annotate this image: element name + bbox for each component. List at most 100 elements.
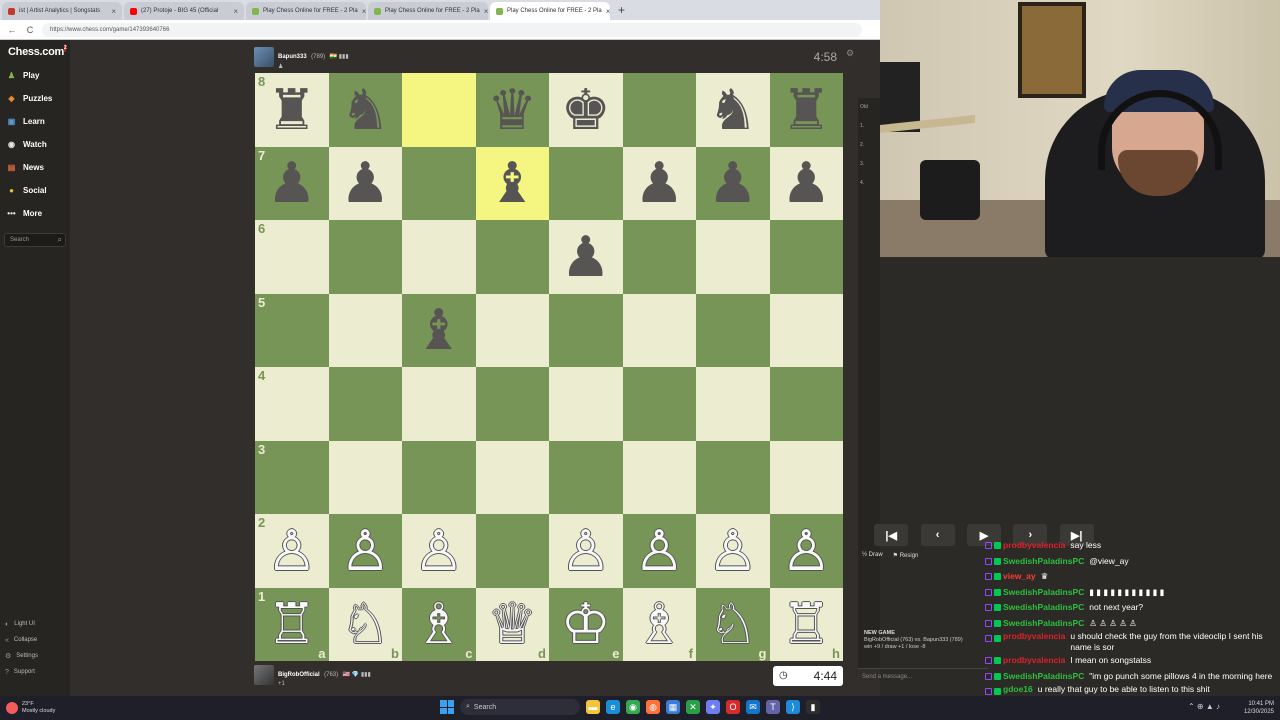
square-b1[interactable]: b ♘ <box>328 587 402 661</box>
square-f6[interactable] <box>622 220 696 294</box>
white-piece[interactable]: ♕ <box>487 596 537 652</box>
white-piece[interactable]: ♙ <box>708 522 758 579</box>
black-piece[interactable]: ♟ <box>561 228 611 285</box>
square-c3[interactable] <box>402 440 476 514</box>
square-d7[interactable]: ♝ <box>475 146 549 220</box>
white-piece[interactable]: ♙ <box>414 522 464 579</box>
square-a3[interactable]: 3 <box>255 440 329 514</box>
browser-tab-songstats[interactable]: ist | Artist Analytics | Songstats × <box>2 2 122 20</box>
square-d1[interactable]: d ♕ <box>475 587 549 661</box>
previous-move-button[interactable]: ‹ <box>920 524 955 546</box>
square-c5[interactable]: ♝ <box>402 293 476 367</box>
first-move-button[interactable]: |◀ <box>874 524 909 546</box>
square-a8[interactable]: 8 ♜ <box>255 73 329 147</box>
start-button[interactable] <box>440 700 454 714</box>
square-b8[interactable]: ♞ <box>328 73 402 147</box>
white-piece[interactable]: ♘ <box>340 596 390 652</box>
tab-close-icon[interactable]: × <box>484 7 488 16</box>
send-message-input[interactable]: Send a message... <box>858 668 988 684</box>
square-e3[interactable] <box>549 440 623 514</box>
tab-close-icon[interactable]: × <box>111 7 116 16</box>
square-d5[interactable] <box>475 293 549 367</box>
square-g8[interactable]: ♞ <box>696 73 770 147</box>
copilot-icon[interactable]: ✦ <box>706 700 720 714</box>
square-h5[interactable] <box>769 293 843 367</box>
chat-username[interactable]: SwedishPaladinsPC <box>1003 616 1084 632</box>
sidebar-item-social[interactable]: ● Social <box>0 179 70 202</box>
square-g7[interactable]: ♟ <box>696 146 770 220</box>
square-f2[interactable]: ♙ <box>622 514 696 588</box>
square-c8[interactable] <box>402 73 476 147</box>
square-g1[interactable]: g ♘ <box>696 587 770 661</box>
square-c1[interactable]: c ♗ <box>402 587 476 661</box>
square-g6[interactable] <box>696 220 770 294</box>
sidebar-item-learn[interactable]: ▣ Learn <box>0 110 70 133</box>
square-h3[interactable] <box>769 440 843 514</box>
square-e1[interactable]: e ♔ <box>549 587 623 661</box>
square-a1[interactable]: 1 a ♖ <box>255 587 329 661</box>
square-b6[interactable] <box>328 220 402 294</box>
sidebar-light-ui[interactable]: ◐ Light UI <box>0 616 70 632</box>
tab-close-icon[interactable]: × <box>233 7 238 16</box>
search-input[interactable]: Search ⌕ <box>4 233 66 247</box>
weather-widget[interactable]: 23°F Mostly cloudy <box>0 701 55 715</box>
firefox-icon[interactable]: ◍ <box>646 700 660 714</box>
white-piece[interactable]: ♗ <box>634 596 684 652</box>
white-piece[interactable]: ♖ <box>267 596 317 652</box>
chat-username[interactable]: view_ay <box>1003 569 1036 585</box>
square-a6[interactable]: 6 <box>255 220 329 294</box>
square-f8[interactable] <box>622 73 696 147</box>
square-f1[interactable]: f ♗ <box>622 587 696 661</box>
white-piece[interactable]: ♙ <box>340 522 390 579</box>
black-piece[interactable]: ♜ <box>267 81 317 138</box>
square-b7[interactable]: ♟ <box>328 146 402 220</box>
white-piece[interactable]: ♘ <box>708 596 758 652</box>
white-piece[interactable]: ♙ <box>634 522 684 579</box>
bottom-player-name[interactable]: BigRobOfficial <box>278 672 320 678</box>
square-h8[interactable]: ♜ <box>769 73 843 147</box>
chat-username[interactable]: gdoe16 <box>1003 684 1033 695</box>
black-piece[interactable]: ♟ <box>267 155 317 211</box>
sidebar-settings[interactable]: ⚙ Settings <box>0 648 70 664</box>
square-g2[interactable]: ♙ <box>696 514 770 588</box>
sidebar-support[interactable]: ? Support <box>0 664 70 680</box>
browser-tab-chess-2[interactable]: Play Chess Online for FREE - 2 Pla × <box>368 2 488 20</box>
black-piece[interactable]: ♟ <box>340 155 390 211</box>
square-h2[interactable]: ♙ <box>769 514 843 588</box>
vscode-icon[interactable]: ⟩ <box>786 700 800 714</box>
square-f5[interactable] <box>622 293 696 367</box>
black-piece[interactable]: ♚ <box>561 81 611 138</box>
new-tab-button[interactable]: + <box>610 2 633 20</box>
sidebar-item-play[interactable]: ♟ Play <box>0 64 70 87</box>
terminal-icon[interactable]: ▮ <box>806 700 820 714</box>
black-piece[interactable]: ♟ <box>708 155 758 211</box>
taskbar-search[interactable]: ⌕ Search <box>460 699 580 715</box>
clock[interactable]: 10:41 PM 12/30/2025 <box>1244 700 1274 716</box>
browser-tab-chess-active[interactable]: Play Chess Online for FREE - 2 Pla × <box>490 2 610 20</box>
chat-username[interactable]: SwedishPaladinsPC <box>1003 554 1084 570</box>
square-e8[interactable]: ♚ <box>549 73 623 147</box>
black-piece[interactable]: ♞ <box>340 81 390 138</box>
black-piece[interactable]: ♝ <box>487 155 537 211</box>
refresh-icon[interactable]: C <box>24 25 36 35</box>
square-a5[interactable]: 5 <box>255 293 329 367</box>
square-d2[interactable] <box>475 514 549 588</box>
outlook-icon[interactable]: ✉ <box>746 700 760 714</box>
back-icon[interactable]: ← <box>6 25 18 35</box>
system-tray-icons[interactable]: ⌃ ⊕ ▲ ♪ <box>1188 702 1220 711</box>
square-f4[interactable] <box>622 367 696 441</box>
square-e7[interactable] <box>549 146 623 220</box>
white-piece[interactable]: ♗ <box>414 596 464 652</box>
top-player-name[interactable]: Bapun333 <box>278 54 307 60</box>
square-h4[interactable] <box>769 367 843 441</box>
square-a7[interactable]: 7 ♟ <box>255 146 329 220</box>
chess-board[interactable]: 8 ♜ ♞ ♛ ♚ ♞ ♜ 7 ♟ ♟ ♝ ♟ ♟ ♟ 6 ♟ 5 ♝ 4 3 2 ♙ ♙ ♙ ♙ ♙ ♙ ♙ 1 a ♖ b ♘ c ♗ d ♕ e ♔ f… <box>255 73 843 661</box>
square-c2[interactable]: ♙ <box>402 514 476 588</box>
draw-button[interactable]: ½ Draw <box>862 552 883 559</box>
chat-username[interactable]: SwedishPaladinsPC <box>1003 669 1084 685</box>
square-h7[interactable]: ♟ <box>769 146 843 220</box>
avatar[interactable] <box>254 47 274 67</box>
teams-icon[interactable]: T <box>766 700 780 714</box>
black-piece[interactable]: ♟ <box>781 155 831 211</box>
white-piece[interactable]: ♖ <box>781 596 831 652</box>
